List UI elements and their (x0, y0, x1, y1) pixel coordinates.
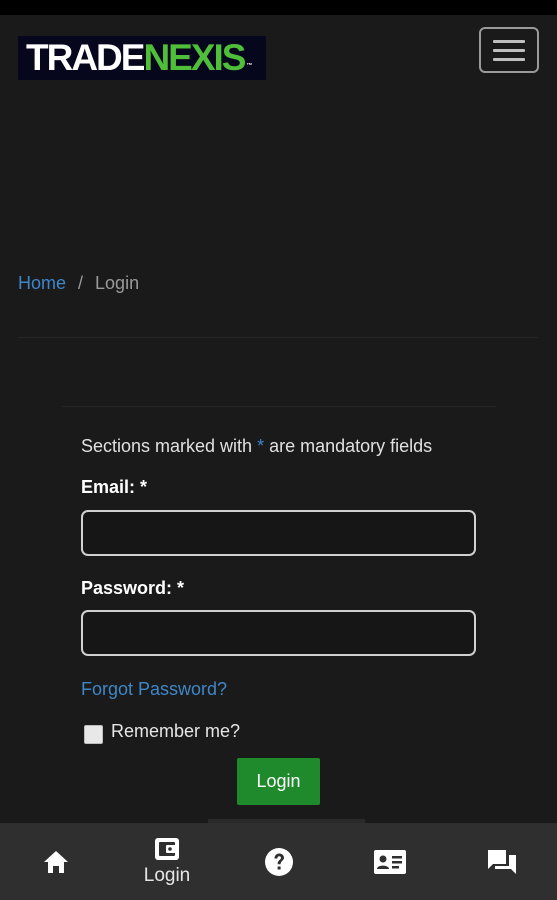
forgot-password-link[interactable]: Forgot Password? (81, 679, 227, 700)
help-icon (264, 847, 293, 876)
menu-toggle-button[interactable] (479, 27, 539, 73)
nav-home[interactable] (0, 823, 111, 900)
hamburger-icon-bar (493, 57, 525, 61)
remember-me-row: Remember me? (84, 719, 240, 744)
mandatory-fields-note: Sections marked with * are mandatory fie… (81, 436, 432, 457)
login-button[interactable]: Login (237, 758, 320, 805)
divider (62, 406, 496, 407)
nav-help[interactable] (223, 823, 334, 900)
chat-icon (487, 849, 516, 874)
tradenexis-logo[interactable]: TRADE NEXIS ™ (18, 36, 266, 80)
nav-login-label: Login (143, 865, 191, 886)
password-field[interactable] (81, 610, 476, 656)
note-text-after: are mandatory fields (264, 436, 433, 456)
breadcrumb: Home / Login (18, 273, 139, 294)
nav-login[interactable]: Login (112, 823, 223, 900)
breadcrumb-current: Login (95, 273, 140, 293)
email-field[interactable] (81, 510, 476, 556)
email-label: Email: * (81, 477, 148, 497)
password-label: Password: * (81, 578, 185, 598)
nav-chat[interactable] (446, 823, 557, 900)
site-header: TRADE NEXIS ™ (0, 15, 557, 95)
breadcrumb-separator: / (78, 273, 84, 293)
wallet-icon (155, 838, 179, 860)
logo-text-trade: TRADE (26, 37, 145, 78)
logo-text-nexis: NEXIS (143, 37, 246, 78)
hamburger-icon (493, 39, 525, 43)
contact-card-icon (374, 849, 406, 874)
note-text-before: Sections marked with (81, 436, 258, 456)
bottom-nav: Login (0, 823, 557, 900)
status-bar (0, 0, 557, 15)
logo-trademark: ™ (246, 63, 253, 69)
remember-me-checkbox[interactable] (84, 725, 103, 744)
nav-contact[interactable] (335, 823, 446, 900)
hamburger-icon-bar (493, 48, 525, 52)
remember-me-label[interactable]: Remember me? (111, 721, 240, 742)
breadcrumb-home-link[interactable]: Home (18, 273, 66, 294)
divider (18, 337, 538, 338)
home-icon (43, 850, 68, 873)
